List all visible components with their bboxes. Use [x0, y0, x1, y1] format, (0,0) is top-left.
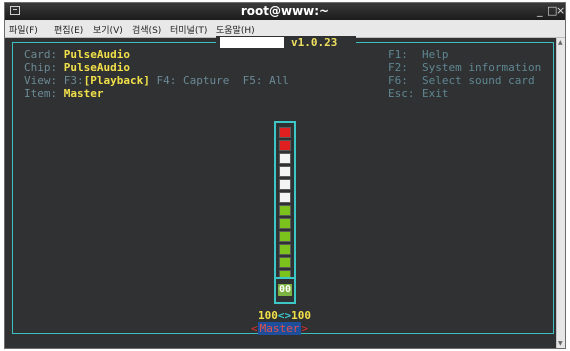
- meter-segment: [279, 127, 291, 138]
- meter-segment: [279, 192, 291, 203]
- mixer-title: v1.0.23: [216, 36, 356, 49]
- item-value: Master: [63, 87, 104, 100]
- view-playback[interactable]: [Playback]: [84, 74, 150, 87]
- shortcut-label: System information: [422, 61, 542, 74]
- volume-separator: <>: [277, 309, 292, 322]
- card-line: Card: PulseAudio: [24, 48, 130, 61]
- card-key: Card:: [24, 48, 64, 61]
- meter-segment: [279, 140, 291, 151]
- minimize-button[interactable]: _: [537, 4, 543, 17]
- scrollbar[interactable]: ▲ ▼: [556, 38, 565, 348]
- title-highlight: [220, 37, 284, 48]
- control-name: Master: [257, 322, 302, 335]
- card-value: PulseAudio: [63, 48, 130, 61]
- shortcut-key: F1:: [388, 48, 408, 61]
- menu-edit[interactable]: 편집(E): [54, 23, 83, 36]
- chip-key: Chip:: [24, 61, 64, 74]
- view-f3-key: F3:: [63, 74, 84, 87]
- control-selector[interactable]: < Master >: [251, 322, 308, 335]
- window-titlebar[interactable]: root@www:~ _ □ ×: [5, 3, 565, 20]
- menu-terminal[interactable]: 터미널(T): [170, 23, 207, 36]
- item-line: Item: Master: [24, 87, 104, 100]
- meter-segment: [279, 218, 291, 229]
- view-other-modes[interactable]: F4: Capture F5: All: [150, 74, 288, 87]
- control-bracket-left: <: [251, 322, 258, 335]
- mute-toggle[interactable]: 00: [274, 277, 296, 304]
- chip-value: PulseAudio: [63, 61, 130, 74]
- chip-line: Chip: PulseAudio: [24, 61, 130, 74]
- meter-segment: [279, 153, 291, 164]
- view-key: View:: [24, 74, 64, 87]
- scroll-up-icon[interactable]: ▲: [558, 39, 563, 46]
- volume-left: 100: [258, 309, 278, 322]
- shortcut-key: F2:: [388, 61, 408, 74]
- window-title: root@www:~: [240, 4, 330, 18]
- shortcut-label: Help: [422, 48, 449, 61]
- volume-readout: 100<>100: [258, 309, 311, 322]
- shortcut-system-info: F2: System information: [388, 61, 541, 74]
- close-button[interactable]: ×: [556, 4, 565, 17]
- menu-file[interactable]: 파일(F): [9, 23, 38, 36]
- mixer-version: v1.0.23: [291, 36, 338, 49]
- meter-segment: [279, 205, 291, 216]
- control-bracket-right: >: [301, 322, 308, 335]
- menu-help[interactable]: 도움말(H): [216, 23, 255, 36]
- item-key: Item:: [24, 87, 64, 100]
- menu-view[interactable]: 보기(V): [93, 23, 123, 36]
- shortcut-key: F6:: [388, 74, 408, 87]
- meter-segment: [279, 244, 291, 255]
- mute-indicator: 00: [278, 284, 292, 296]
- shortcut-exit: Esc: Exit: [388, 87, 449, 100]
- meter-segment: [279, 257, 291, 268]
- shortcut-help: F1: Help: [388, 48, 449, 61]
- shortcut-label: Exit: [422, 87, 449, 100]
- volume-right: 100: [291, 309, 311, 322]
- view-line: View: F3:[Playback] F4: Capture F5: All: [24, 74, 289, 87]
- scroll-down-icon[interactable]: ▼: [558, 340, 563, 347]
- meter-segment: [279, 179, 291, 190]
- shortcut-key: Esc:: [388, 87, 415, 100]
- menu-search[interactable]: 검색(S): [132, 23, 161, 36]
- meter-segment: [279, 166, 291, 177]
- shortcut-label: Select sound card: [422, 74, 535, 87]
- meter-segment: [279, 231, 291, 242]
- shortcut-select-card: F6: Select sound card: [388, 74, 535, 87]
